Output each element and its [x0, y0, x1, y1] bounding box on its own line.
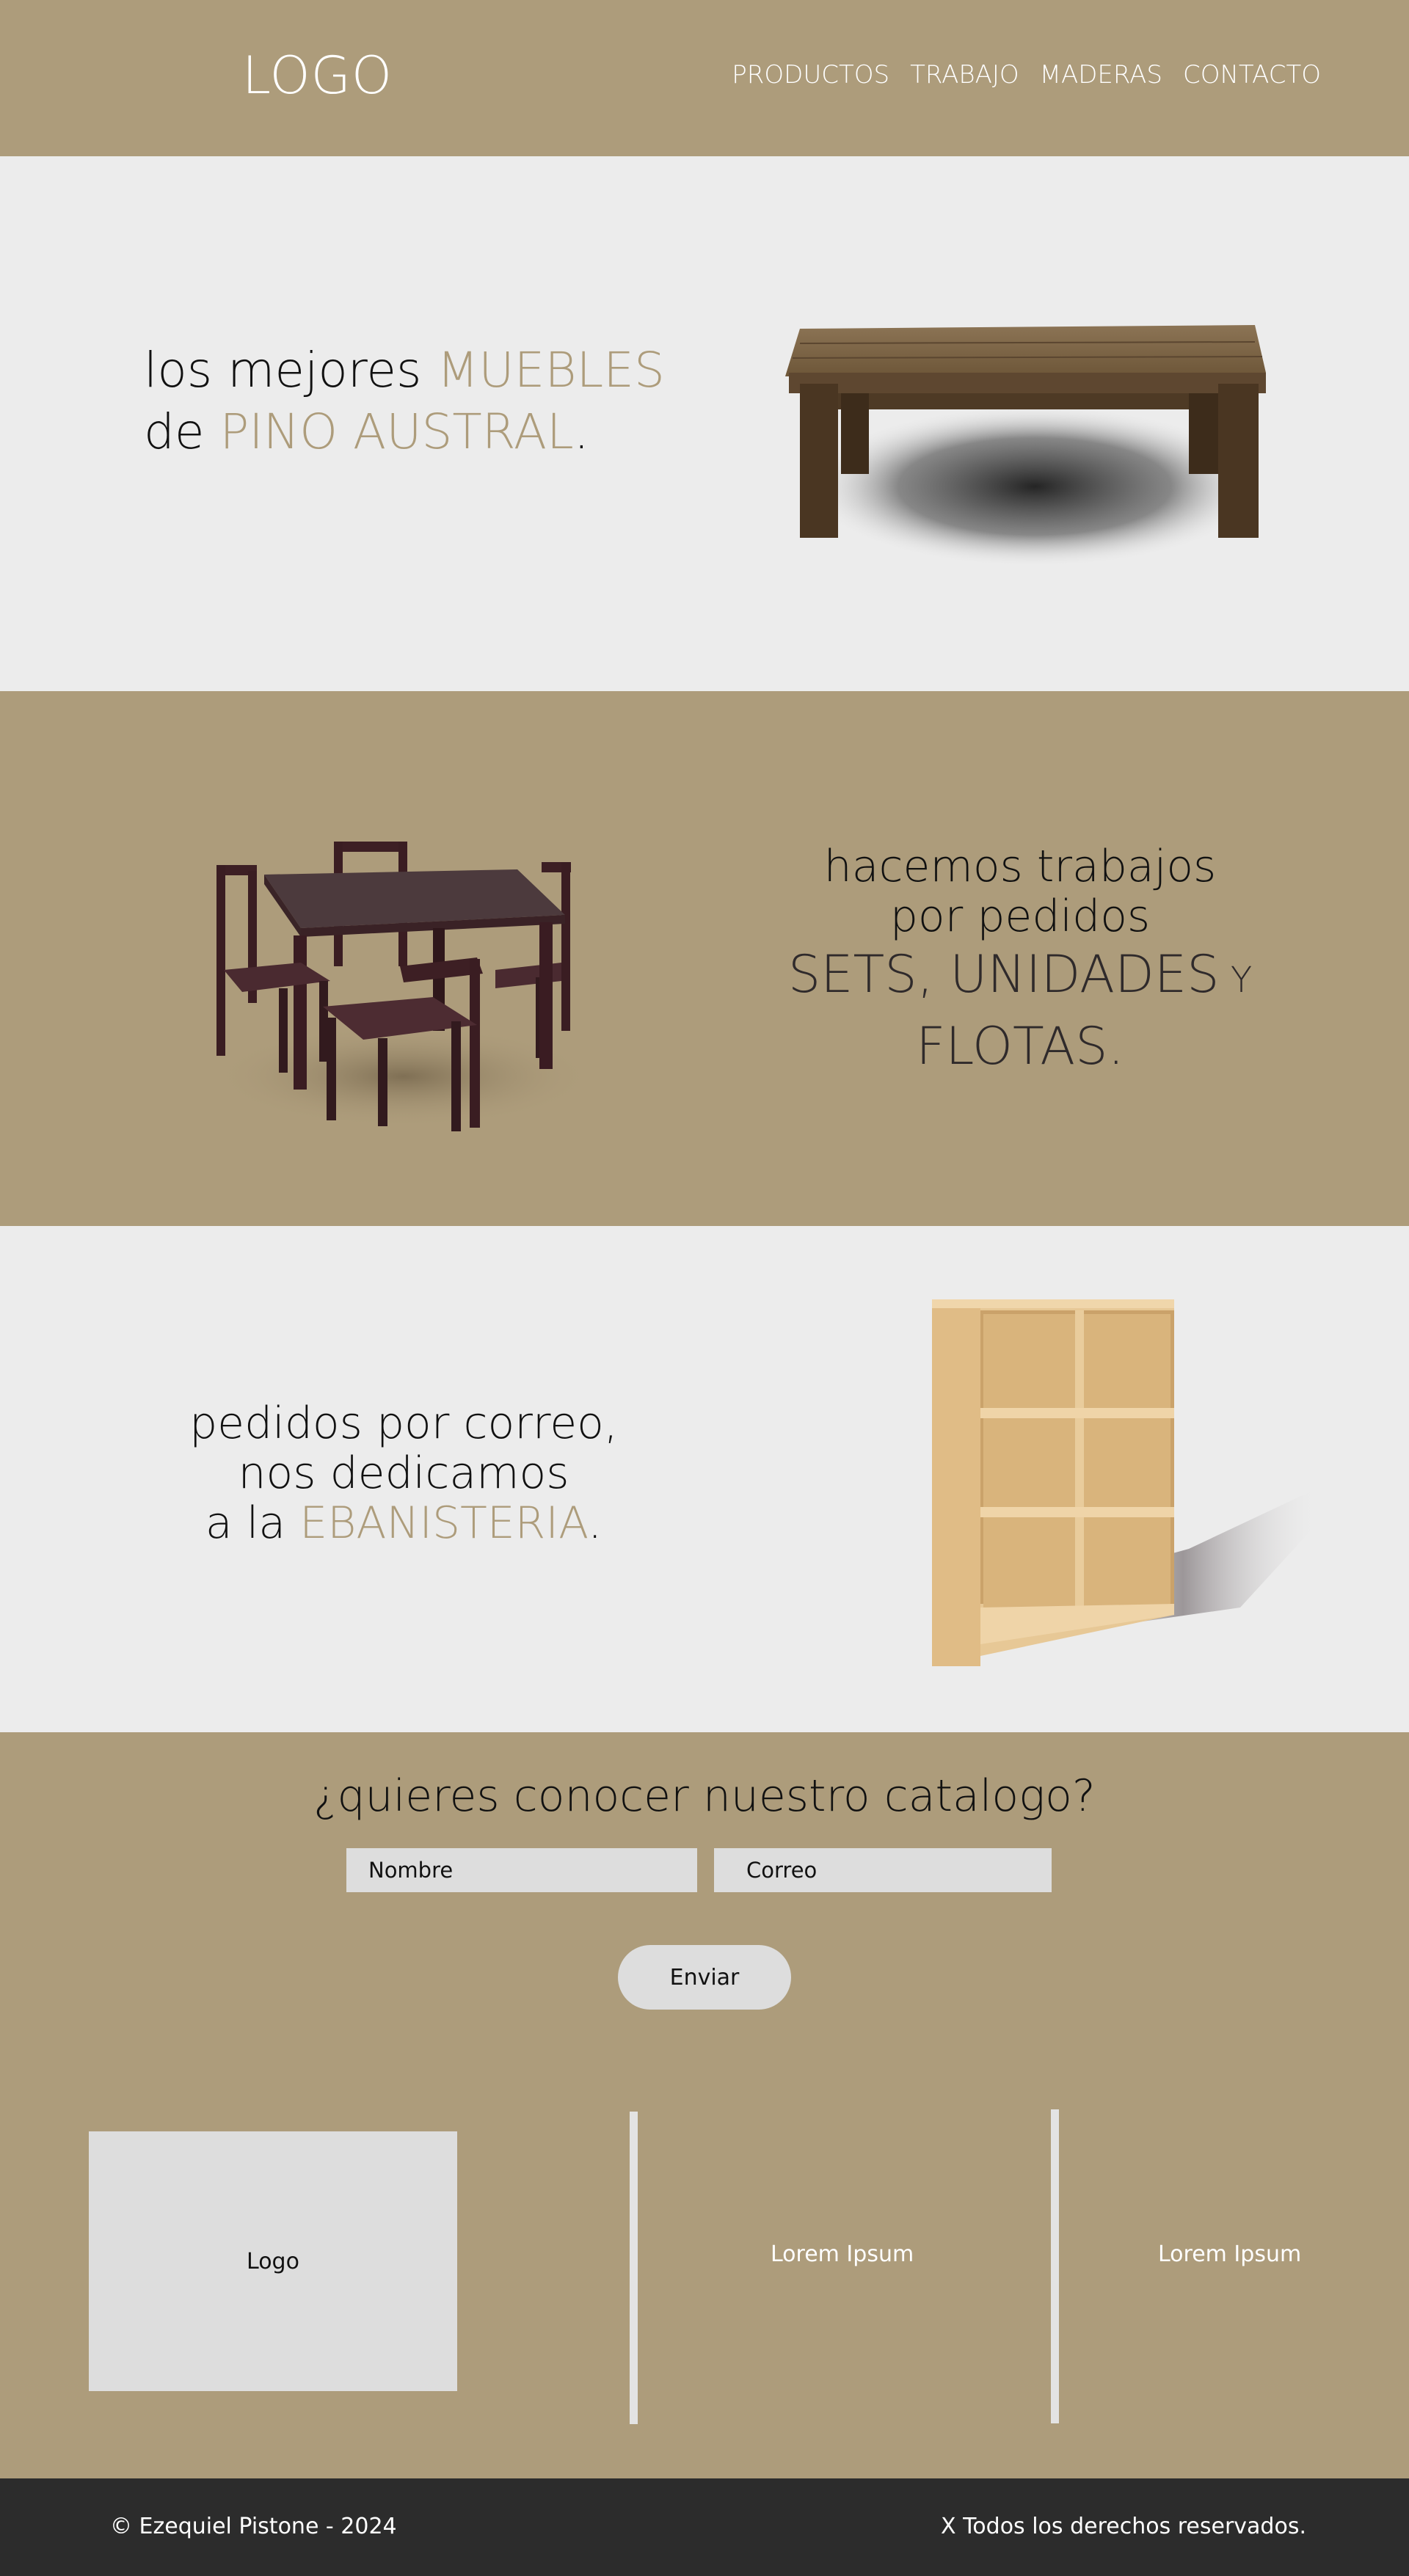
orders-section: hacemos trabajos por pedidos SETS, UNIDA… [0, 691, 1409, 1226]
nav-link-maderas[interactable]: MADERAS [1040, 60, 1162, 90]
orders-y: Y [1219, 960, 1253, 1001]
orders-flotas: FLOTAS. [916, 1016, 1124, 1076]
kids-table-chairs-image [213, 842, 594, 1131]
hero-accent-pino: PINO AUSTRAL [219, 404, 574, 460]
mail-line3: a la [205, 1497, 300, 1549]
footer-logo-box: Logo [89, 2131, 457, 2391]
orders-sets-unidades: SETS, UNIDADES [787, 944, 1220, 1004]
hero-text: los mejores [144, 342, 437, 398]
hero-heading: los mejores MUEBLES de PINO AUSTRAL. [144, 340, 665, 463]
name-input[interactable] [346, 1848, 697, 1892]
site-header: LOGO PRODUCTOS TRABAJO MADERAS CONTACTO [0, 0, 1409, 156]
footer-logo-label: Logo [247, 2248, 299, 2274]
footer-lorem-2[interactable]: Lorem Ipsum [1158, 2241, 1301, 2267]
mail-heading: pedidos por correo, nos dedicamos a la E… [161, 1398, 646, 1548]
orders-line1: hacemos trabajos [823, 841, 1217, 892]
hero-period: . [573, 404, 589, 460]
footer-lorem-1[interactable]: Lorem Ipsum [771, 2241, 914, 2267]
footer-divider [630, 2112, 638, 2424]
footer-divider [1051, 2109, 1059, 2423]
mail-line1: pedidos por correo, [189, 1398, 618, 1449]
orders-line2: por pedidos [889, 891, 1151, 942]
copyright-text: © Ezequiel Pistone - 2024 [110, 2514, 397, 2539]
nav-link-productos[interactable]: PRODUCTOS [732, 60, 889, 90]
mail-accent-ebanisteria: EBANISTERIA [299, 1497, 589, 1549]
hero-section: los mejores MUEBLES de PINO AUSTRAL. [0, 156, 1409, 691]
email-input[interactable] [714, 1848, 1052, 1892]
mail-period: . [588, 1497, 602, 1549]
site-logo[interactable]: LOGO [242, 45, 393, 106]
nav-link-trabajo[interactable]: TRABAJO [910, 60, 1019, 90]
mail-section: pedidos por correo, nos dedicamos a la E… [0, 1226, 1409, 1732]
catalog-title: ¿quieres conocer nuestro catalogo? [313, 1770, 1096, 1822]
site-footer: © Ezequiel Pistone - 2024 X Todos los de… [0, 2478, 1409, 2576]
nav-link-contacto[interactable]: CONTACTO [1183, 60, 1321, 90]
orders-heading: hacemos trabajos por pedidos SETS, UNIDA… [690, 842, 1350, 1079]
wooden-coffee-table-image [785, 325, 1266, 567]
rights-text: X Todos los derechos reservados. [940, 2514, 1306, 2539]
send-button[interactable]: Enviar [618, 1945, 791, 2010]
catalog-section: ¿quieres conocer nuestro catalogo? Envia… [0, 1732, 1409, 2478]
hero-accent-muebles: MUEBLES [437, 342, 665, 398]
orders-line3: SETS, UNIDADES Y FLOTAS. [690, 941, 1350, 1079]
mail-line2: nos dedicamos [238, 1448, 569, 1499]
wooden-cube-shelf-image [932, 1299, 1321, 1666]
main-nav: PRODUCTOS TRABAJO MADERAS CONTACTO [732, 60, 1321, 90]
hero-text: de [144, 404, 220, 460]
